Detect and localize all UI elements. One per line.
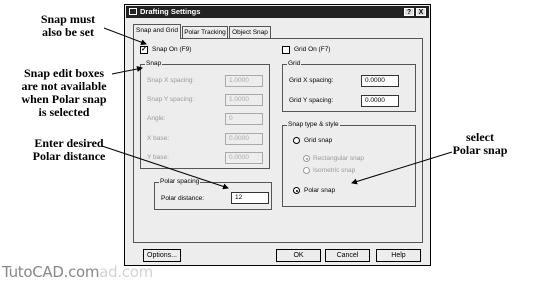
- arrow-to-polar-distance: [101, 145, 229, 190]
- watermark-ghost: ad.com: [99, 263, 153, 281]
- annotation-arrows: [101, 27, 453, 190]
- watermark: TutoCAD.comad.com: [2, 263, 153, 281]
- tab-snap-and-grid[interactable]: Snap and Grid: [133, 24, 181, 39]
- arrow-to-polar-snap: [351, 151, 453, 185]
- arrow-to-snap-group: [111, 66, 143, 75]
- watermark-main: TutoCAD.com: [2, 263, 100, 281]
